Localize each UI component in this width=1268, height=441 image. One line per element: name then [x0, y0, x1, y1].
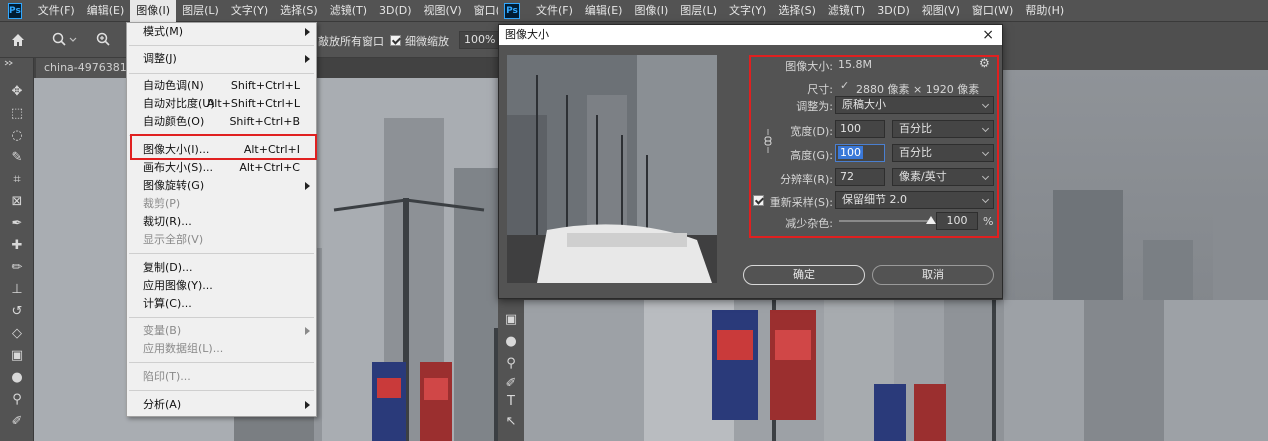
dodge-tool-icon[interactable]: ⚲ — [9, 392, 25, 408]
submenu-arrow-icon — [305, 327, 310, 335]
menu-separator — [129, 73, 314, 74]
gradient-tool-icon[interactable]: ▣ — [503, 312, 519, 328]
path-selection-tool-icon[interactable]: ↖ — [503, 414, 519, 430]
submenu-arrow-icon — [305, 55, 310, 63]
menu-item-analysis[interactable]: 分析(A) — [127, 396, 316, 414]
pen-tool-icon[interactable]: ✐ — [9, 414, 25, 430]
menu-item-canvas-size[interactable]: 画布大小(S)... Alt+Ctrl+C — [127, 159, 316, 177]
image-size-dialog: 图像大小 × 图像大小: 15.8M ⚙ 尺寸: ✓ 2880 像素 × 192… — [498, 24, 1003, 299]
ok-button[interactable]: 确定 — [743, 265, 865, 285]
menu-edit[interactable]: 编辑(E) — [81, 0, 131, 22]
menu-filter[interactable]: 滤镜(T) — [822, 0, 871, 22]
menu-layer[interactable]: 图层(L) — [176, 0, 225, 22]
menu-layer[interactable]: 图层(L) — [674, 0, 723, 22]
marquee-tool-icon[interactable]: ⬚ — [9, 106, 25, 122]
type-tool-icon[interactable]: T — [503, 394, 519, 410]
menu-edit[interactable]: 编辑(E) — [579, 0, 629, 22]
blur-tool-icon[interactable]: ● — [503, 334, 519, 350]
menu-select[interactable]: 选择(S) — [274, 0, 324, 22]
healing-brush-tool-icon[interactable]: ✚ — [9, 238, 25, 254]
lasso-tool-icon[interactable]: ◌ — [9, 128, 25, 144]
zoom-tool-preset-icon[interactable] — [52, 32, 80, 48]
menu-help[interactable]: 帮助(H) — [1019, 0, 1070, 22]
fine-zoom-label: 细微缩放 — [405, 35, 449, 48]
crop-tool-icon[interactable]: ⌗ — [9, 172, 25, 188]
menu-window[interactable]: 窗口(W) — [966, 0, 1019, 22]
submenu-arrow-icon — [305, 28, 310, 36]
menu-item-auto-contrast[interactable]: 自动对比度(U) Alt+Shift+Ctrl+L — [127, 95, 316, 113]
ps-logo-icon: Ps — [504, 2, 520, 19]
submenu-arrow-icon — [305, 182, 310, 190]
menu-3d[interactable]: 3D(D) — [871, 0, 916, 22]
menu-image[interactable]: 图像(I) — [130, 0, 177, 22]
menu-separator — [129, 45, 314, 46]
menu-select[interactable]: 选择(S) — [772, 0, 822, 22]
menu-item-auto-tone[interactable]: 自动色调(N) Shift+Ctrl+L — [127, 77, 316, 95]
quick-selection-tool-icon[interactable]: ✎ — [9, 150, 25, 166]
right-tools-panel: ▣ ● ⚲ ✐ T ↖ — [498, 300, 524, 441]
menu-3d[interactable]: 3D(D) — [373, 0, 418, 22]
menu-type[interactable]: 文字(Y) — [225, 0, 274, 22]
menu-separator — [129, 362, 314, 363]
history-brush-tool-icon[interactable]: ↺ — [9, 304, 25, 320]
preview-photo — [507, 55, 717, 283]
menu-item-adjustments[interactable]: 调整(J) — [127, 50, 316, 68]
eyedropper-tool-icon[interactable]: ✒ — [9, 216, 25, 232]
right-canvas[interactable] — [524, 300, 1268, 441]
menu-separator — [129, 253, 314, 254]
menu-item-reveal-all: 显示全部(V) — [143, 233, 204, 246]
brush-tool-icon[interactable]: ✏ — [9, 260, 25, 276]
collapse-panel-icon[interactable] — [4, 60, 14, 66]
menu-item-crop: 裁剪(P) — [143, 197, 181, 210]
blur-tool-icon[interactable]: ● — [9, 370, 25, 386]
menu-separator — [129, 317, 314, 318]
zoom-in-icon[interactable] — [96, 32, 112, 48]
move-tool-icon[interactable]: ✥ — [9, 84, 25, 100]
menu-item-apply-data-set: 应用数据组(L)... — [143, 342, 224, 355]
image-size-highlight-box — [130, 134, 317, 160]
stamp-tool-icon[interactable]: ⊥ — [9, 282, 25, 298]
menu-filter[interactable]: 滤镜(T) — [324, 0, 373, 22]
menu-view[interactable]: 视图(V) — [916, 0, 966, 22]
tools-panel: ✥ ⬚ ◌ ✎ ⌗ ⊠ ✒ ✚ ✏ ⊥ ↺ ◇ ▣ ● ⚲ ✐ — [0, 58, 34, 441]
gradient-tool-icon[interactable]: ▣ — [9, 348, 25, 364]
menu-separator — [129, 390, 314, 391]
menu-item-calculations[interactable]: 计算(C)... — [127, 295, 316, 313]
menu-file[interactable]: 文件(F) — [530, 0, 579, 22]
menu-image[interactable]: 图像(I) — [628, 0, 674, 22]
menu-item-duplicate[interactable]: 复制(D)... — [127, 259, 316, 277]
eraser-tool-icon[interactable]: ◇ — [9, 326, 25, 342]
menu-item-trim[interactable]: 裁切(R)... — [127, 213, 316, 231]
dialog-title: 图像大小 — [505, 28, 549, 41]
fine-zoom-checkbox[interactable] — [390, 35, 401, 46]
menu-item-mode[interactable]: 模式(M) — [127, 23, 316, 41]
settings-highlight-box — [749, 55, 999, 238]
menu-item-trap: 陷印(T)... — [143, 370, 191, 383]
menu-item-auto-color[interactable]: 自动颜色(O) Shift+Ctrl+B — [127, 113, 316, 131]
frame-tool-icon[interactable]: ⊠ — [9, 194, 25, 210]
right-canvas-photo — [524, 300, 1268, 441]
left-photoshop-window: Ps 文件(F) 编辑(E) 图像(I) 图层(L) 文字(Y) 选择(S) 滤… — [0, 0, 498, 441]
dodge-tool-icon[interactable]: ⚲ — [503, 356, 519, 372]
menu-window[interactable]: 窗口(W) — [468, 0, 498, 22]
menu-item-image-rotation[interactable]: 图像旋转(G) — [127, 177, 316, 195]
pen-tool-icon[interactable]: ✐ — [503, 376, 519, 392]
dialog-title-bar: 图像大小 × — [499, 25, 1002, 45]
image-menu-dropdown: 模式(M) 调整(J) 自动色调(N) Shift+Ctrl+L 自动对比度(U)… — [126, 22, 317, 417]
right-menubar: Ps 文件(F) 编辑(E) 图像(I) 图层(L) 文字(Y) 选择(S) 滤… — [498, 0, 1268, 22]
ps-logo-icon: Ps — [8, 2, 22, 19]
submenu-arrow-icon — [305, 401, 310, 409]
close-icon[interactable]: × — [982, 25, 994, 45]
image-preview[interactable] — [507, 55, 717, 283]
zoom-all-windows-label[interactable]: 敲放所有窗口 — [318, 33, 384, 49]
zoom-value-field[interactable]: 100% — [459, 31, 498, 49]
menu-type[interactable]: 文字(Y) — [723, 0, 772, 22]
home-icon[interactable] — [11, 33, 25, 47]
left-menubar: Ps 文件(F) 编辑(E) 图像(I) 图层(L) 文字(Y) 选择(S) 滤… — [0, 0, 498, 22]
menu-item-apply-image[interactable]: 应用图像(Y)... — [127, 277, 316, 295]
cancel-button[interactable]: 取消 — [872, 265, 994, 285]
menu-view[interactable]: 视图(V) — [418, 0, 468, 22]
menu-item-variables: 变量(B) — [127, 322, 316, 340]
menu-file[interactable]: 文件(F) — [32, 0, 81, 22]
